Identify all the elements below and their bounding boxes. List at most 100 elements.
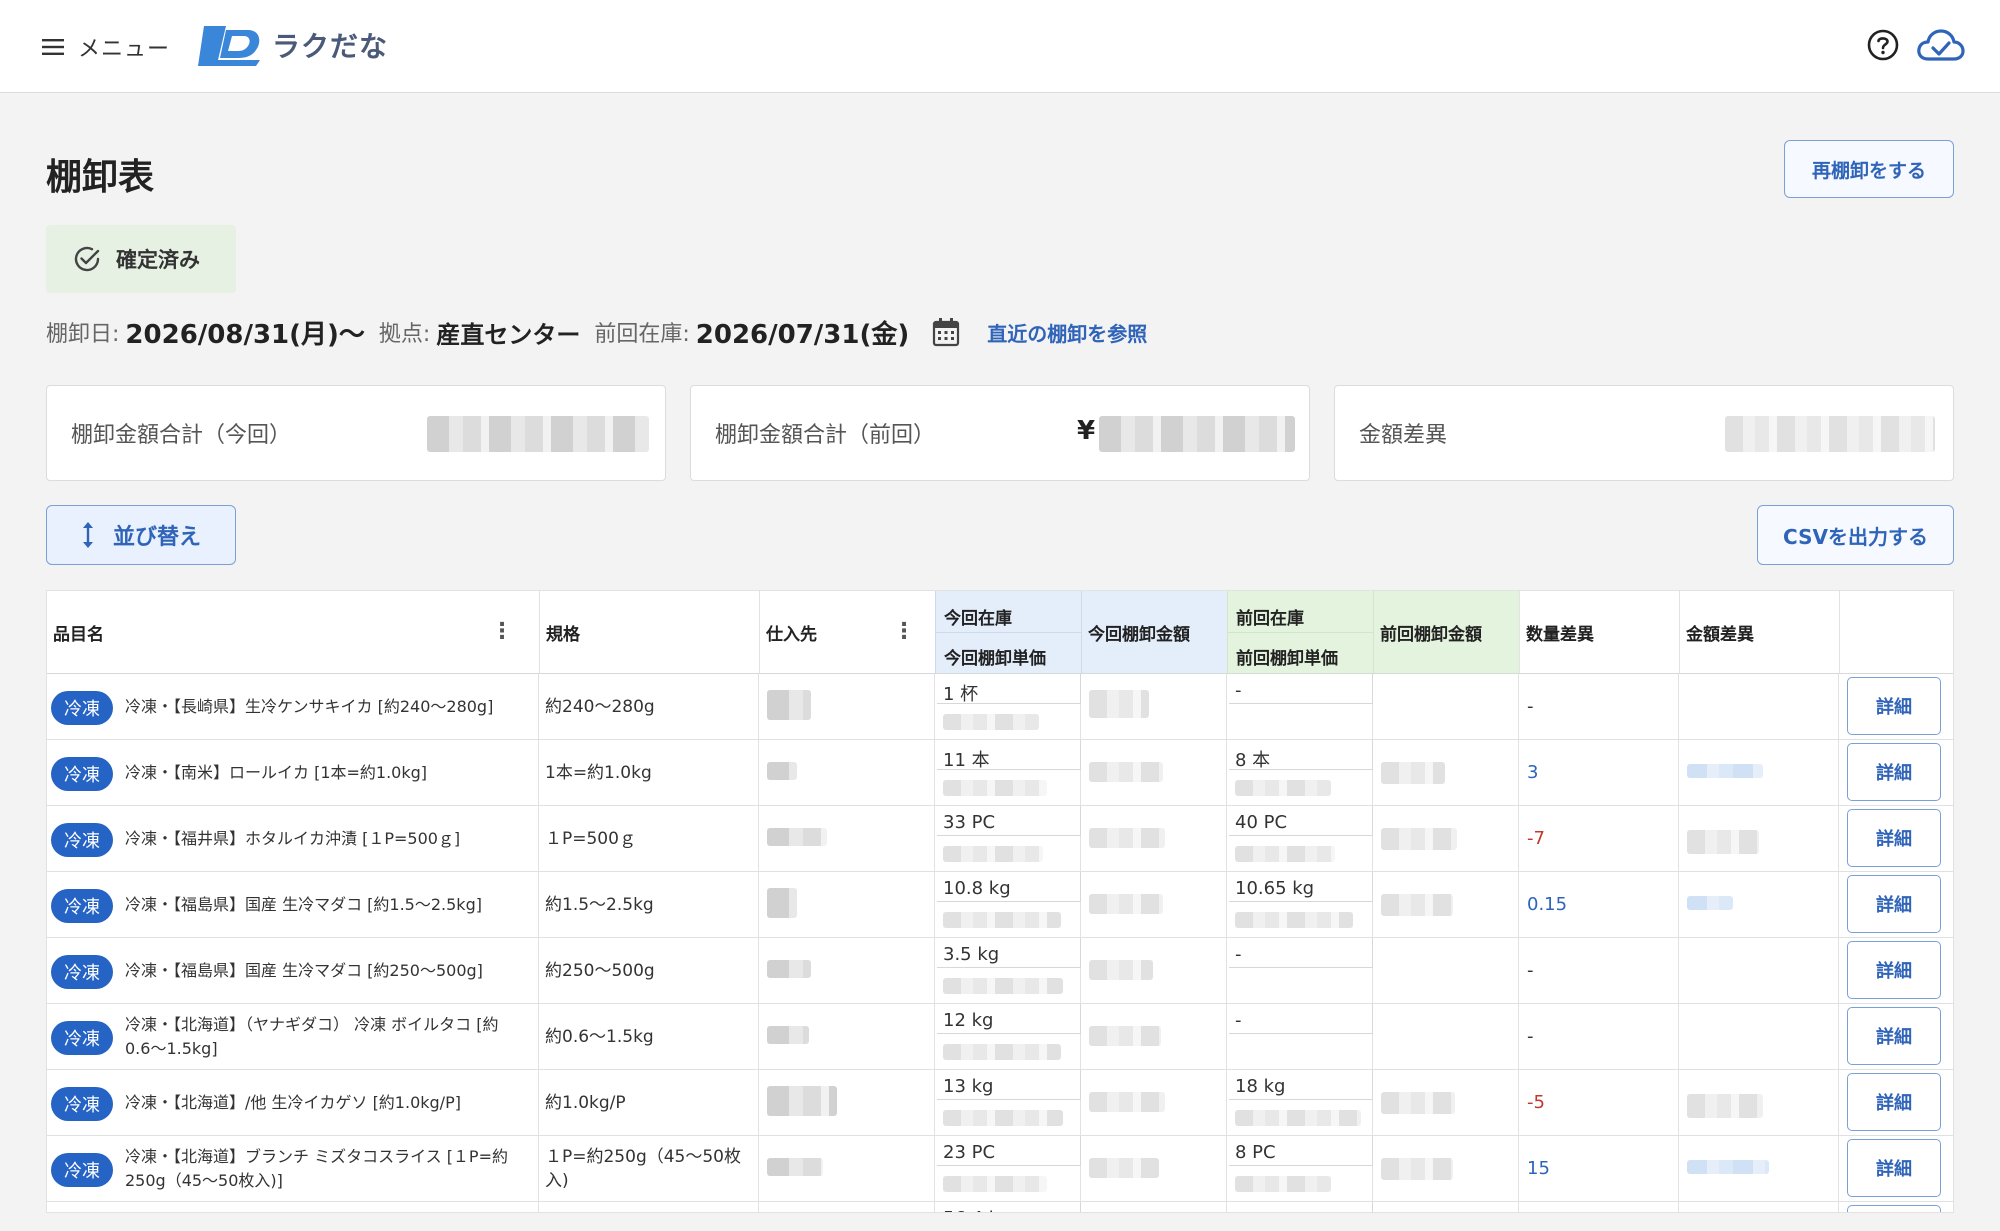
header-actions bbox=[1839, 591, 1953, 674]
cell-item-name: 冷凍 冷凍・【南米】ロールイカ [1本=約1.0kg] bbox=[47, 740, 539, 806]
location-value: 産直センター bbox=[436, 320, 581, 349]
masked-value bbox=[1235, 912, 1353, 928]
table-row: 冷凍 冷凍・【福島県】国産 生冷マダコ [約1.5〜2.5kg] 約1.5〜2.… bbox=[47, 872, 1953, 938]
column-menu-icon[interactable]: ⋮ bbox=[491, 621, 513, 643]
calendar-icon[interactable] bbox=[931, 316, 961, 348]
detail-button[interactable]: 詳細 bbox=[1847, 677, 1941, 735]
cell-previous-amount bbox=[1373, 938, 1519, 1004]
item-spec bbox=[545, 1202, 755, 1212]
cell-qty-diff: 3 bbox=[1519, 740, 1679, 806]
previous-stock-value: 8 本 bbox=[1235, 750, 1271, 771]
cell-current-stock[interactable]: 13 kg bbox=[935, 1070, 1081, 1136]
qty-diff-value: 15 bbox=[1527, 1158, 1550, 1179]
brand-name: ラクだな bbox=[272, 30, 389, 63]
sort-label: 並び替え bbox=[112, 525, 201, 550]
header-divider bbox=[935, 632, 1081, 633]
cell-current-stock[interactable]: 23 PC bbox=[935, 1136, 1081, 1202]
cell-current-stock[interactable]: 11 本 bbox=[935, 740, 1081, 806]
item-name: 冷凍・【北海道】ブランチ ミズタコスライス [１P=約250g（45〜50枚入)… bbox=[125, 1147, 508, 1190]
cell-item-name: 冷凍 冷凍・【福島県】国産 生冷マダコ [約250〜500g] bbox=[47, 938, 539, 1004]
cloud-check-icon[interactable] bbox=[1916, 26, 1966, 64]
item-spec: 約1.0kg/P bbox=[545, 1093, 626, 1113]
prev-stock-date: 2026/07/31(金) bbox=[695, 319, 910, 350]
masked-value bbox=[767, 960, 811, 978]
cell-qty-diff: -5 bbox=[1519, 1070, 1679, 1136]
help-icon[interactable] bbox=[1866, 28, 1900, 62]
current-stock-value: 1 杯 bbox=[943, 684, 979, 705]
cell-current-stock[interactable]: 1 杯 bbox=[935, 674, 1081, 740]
recount-button[interactable]: 再棚卸をする bbox=[1784, 140, 1954, 198]
previous-stock-frame bbox=[1229, 674, 1373, 704]
cell-previous-amount bbox=[1373, 1202, 1519, 1212]
masked-value bbox=[767, 762, 797, 780]
menu-button[interactable]: メニュー bbox=[42, 30, 170, 64]
previous-stock-frame bbox=[1229, 938, 1373, 968]
current-stock-value: 10.8 kg bbox=[943, 878, 1011, 899]
masked-value bbox=[1089, 1026, 1161, 1046]
detail-button[interactable]: 詳細 bbox=[1847, 941, 1941, 999]
csv-export-button[interactable]: CSVを出力する bbox=[1757, 505, 1954, 565]
cell-current-stock[interactable]: 56.4 kg bbox=[935, 1202, 1081, 1212]
date-label: 棚卸日: bbox=[46, 322, 120, 347]
table-row: 冷凍 冷凍・【長崎県】生冷ケンサキイカ [約240〜280g] 約240〜280… bbox=[47, 674, 1953, 740]
detail-button[interactable]: 詳細 bbox=[1847, 743, 1941, 801]
brand-logo[interactable]: ラクだな bbox=[196, 22, 388, 68]
cell-qty-diff: - bbox=[1519, 1004, 1679, 1070]
cell-current-stock[interactable]: 12 kg bbox=[935, 1004, 1081, 1070]
cell-supplier bbox=[759, 1004, 935, 1070]
masked-value bbox=[1687, 896, 1733, 910]
masked-value bbox=[767, 888, 797, 918]
cell-current-stock[interactable]: 33 PC bbox=[935, 806, 1081, 872]
item-name: 冷凍・【福井県】ホタルイカ沖漬 [１P=500ｇ] bbox=[125, 829, 461, 848]
cell-amount-diff bbox=[1679, 872, 1839, 938]
cell-previous-amount bbox=[1373, 1136, 1519, 1202]
cell-previous-stock: 8 PC bbox=[1227, 1136, 1373, 1202]
table-row: 冷凍 冷凍・【福島県】国産 生冷マダコ [約250〜500g] 約250〜500… bbox=[47, 938, 1953, 1004]
cell-current-stock[interactable]: 3.5 kg bbox=[935, 938, 1081, 1004]
cell-item-name: 冷凍 冷凍・【長崎県】生冷ケンサキイカ [約240〜280g] bbox=[47, 674, 539, 740]
masked-value bbox=[943, 780, 1047, 796]
item-name: 冷凍・【北海道】/他 生冷イカゲソ [約1.0kg/P] bbox=[125, 1093, 461, 1112]
cell-previous-stock: - bbox=[1227, 674, 1373, 740]
cell-item-name: 冷凍 冷凍・【福島県】国産 生冷マダコ [約1.5〜2.5kg] bbox=[47, 872, 539, 938]
masked-value bbox=[1089, 894, 1163, 914]
card-title: 棚卸金額合計（前回） bbox=[715, 423, 936, 448]
table-row: 冷凍 冷凍・【北海道】ブランチ ミズタコスライス [１P=約250g（45〜50… bbox=[47, 1136, 1953, 1202]
header-item-name[interactable]: 品目名 ⋮ bbox=[47, 591, 539, 674]
item-spec: 約0.6〜1.5kg bbox=[545, 1027, 654, 1047]
cell-previous-amount bbox=[1373, 740, 1519, 806]
cell-current-amount bbox=[1081, 674, 1227, 740]
header-supplier[interactable]: 仕入先 ⋮ bbox=[759, 591, 935, 674]
cell-supplier bbox=[759, 872, 935, 938]
cell-previous-amount bbox=[1373, 872, 1519, 938]
cell-qty-diff: - bbox=[1519, 938, 1679, 1004]
item-name bbox=[125, 1202, 535, 1212]
cell-current-stock[interactable]: 10.8 kg bbox=[935, 872, 1081, 938]
masked-value bbox=[1089, 762, 1163, 782]
category-tag: 冷凍 bbox=[51, 1087, 113, 1121]
item-name: 冷凍・【北海道】（ヤナギダコ） 冷凍 ボイルタコ [約0.6〜1.5kg] bbox=[125, 1015, 499, 1058]
previous-stock-value: 40 PC bbox=[1235, 812, 1288, 833]
detail-button[interactable]: 詳細 bbox=[1847, 1139, 1941, 1197]
cell-spec: １P=約250g（45〜50枚入) bbox=[539, 1136, 759, 1202]
cell-spec: 約0.6〜1.5kg bbox=[539, 1004, 759, 1070]
detail-button[interactable]: 詳細 bbox=[1847, 1007, 1941, 1065]
column-menu-icon[interactable]: ⋮ bbox=[893, 621, 915, 643]
masked-value bbox=[767, 1158, 823, 1176]
cell-item-name: 冷凍 冷凍・【北海道】（ヤナギダコ） 冷凍 ボイルタコ [約0.6〜1.5kg] bbox=[47, 1004, 539, 1070]
cell-previous-stock: 18 kg bbox=[1227, 1070, 1373, 1136]
cell-supplier bbox=[759, 1070, 935, 1136]
header-divider bbox=[1227, 632, 1373, 633]
detail-button[interactable]: 詳細 bbox=[1847, 1073, 1941, 1131]
cell-supplier bbox=[759, 740, 935, 806]
detail-button[interactable]: 詳細 bbox=[1847, 809, 1941, 867]
recent-inventory-link[interactable]: 直近の棚卸を参照 bbox=[987, 318, 1147, 347]
sort-button[interactable]: 並び替え bbox=[46, 505, 236, 565]
previous-stock-value: 10.65 kg bbox=[1235, 878, 1315, 899]
cell-spec: 約1.0kg/P bbox=[539, 1070, 759, 1136]
previous-stock-value: - bbox=[1235, 680, 1242, 701]
cell-item-name: 冷凍 冷凍・【北海道】/他 生冷イカゲソ [約1.0kg/P] bbox=[47, 1070, 539, 1136]
table-row: 冷凍 冷凍・【福井県】ホタルイカ沖漬 [１P=500ｇ] １P=500ｇ 33 … bbox=[47, 806, 1953, 872]
detail-button[interactable]: 詳細 bbox=[1847, 1205, 1941, 1212]
detail-button[interactable]: 詳細 bbox=[1847, 875, 1941, 933]
